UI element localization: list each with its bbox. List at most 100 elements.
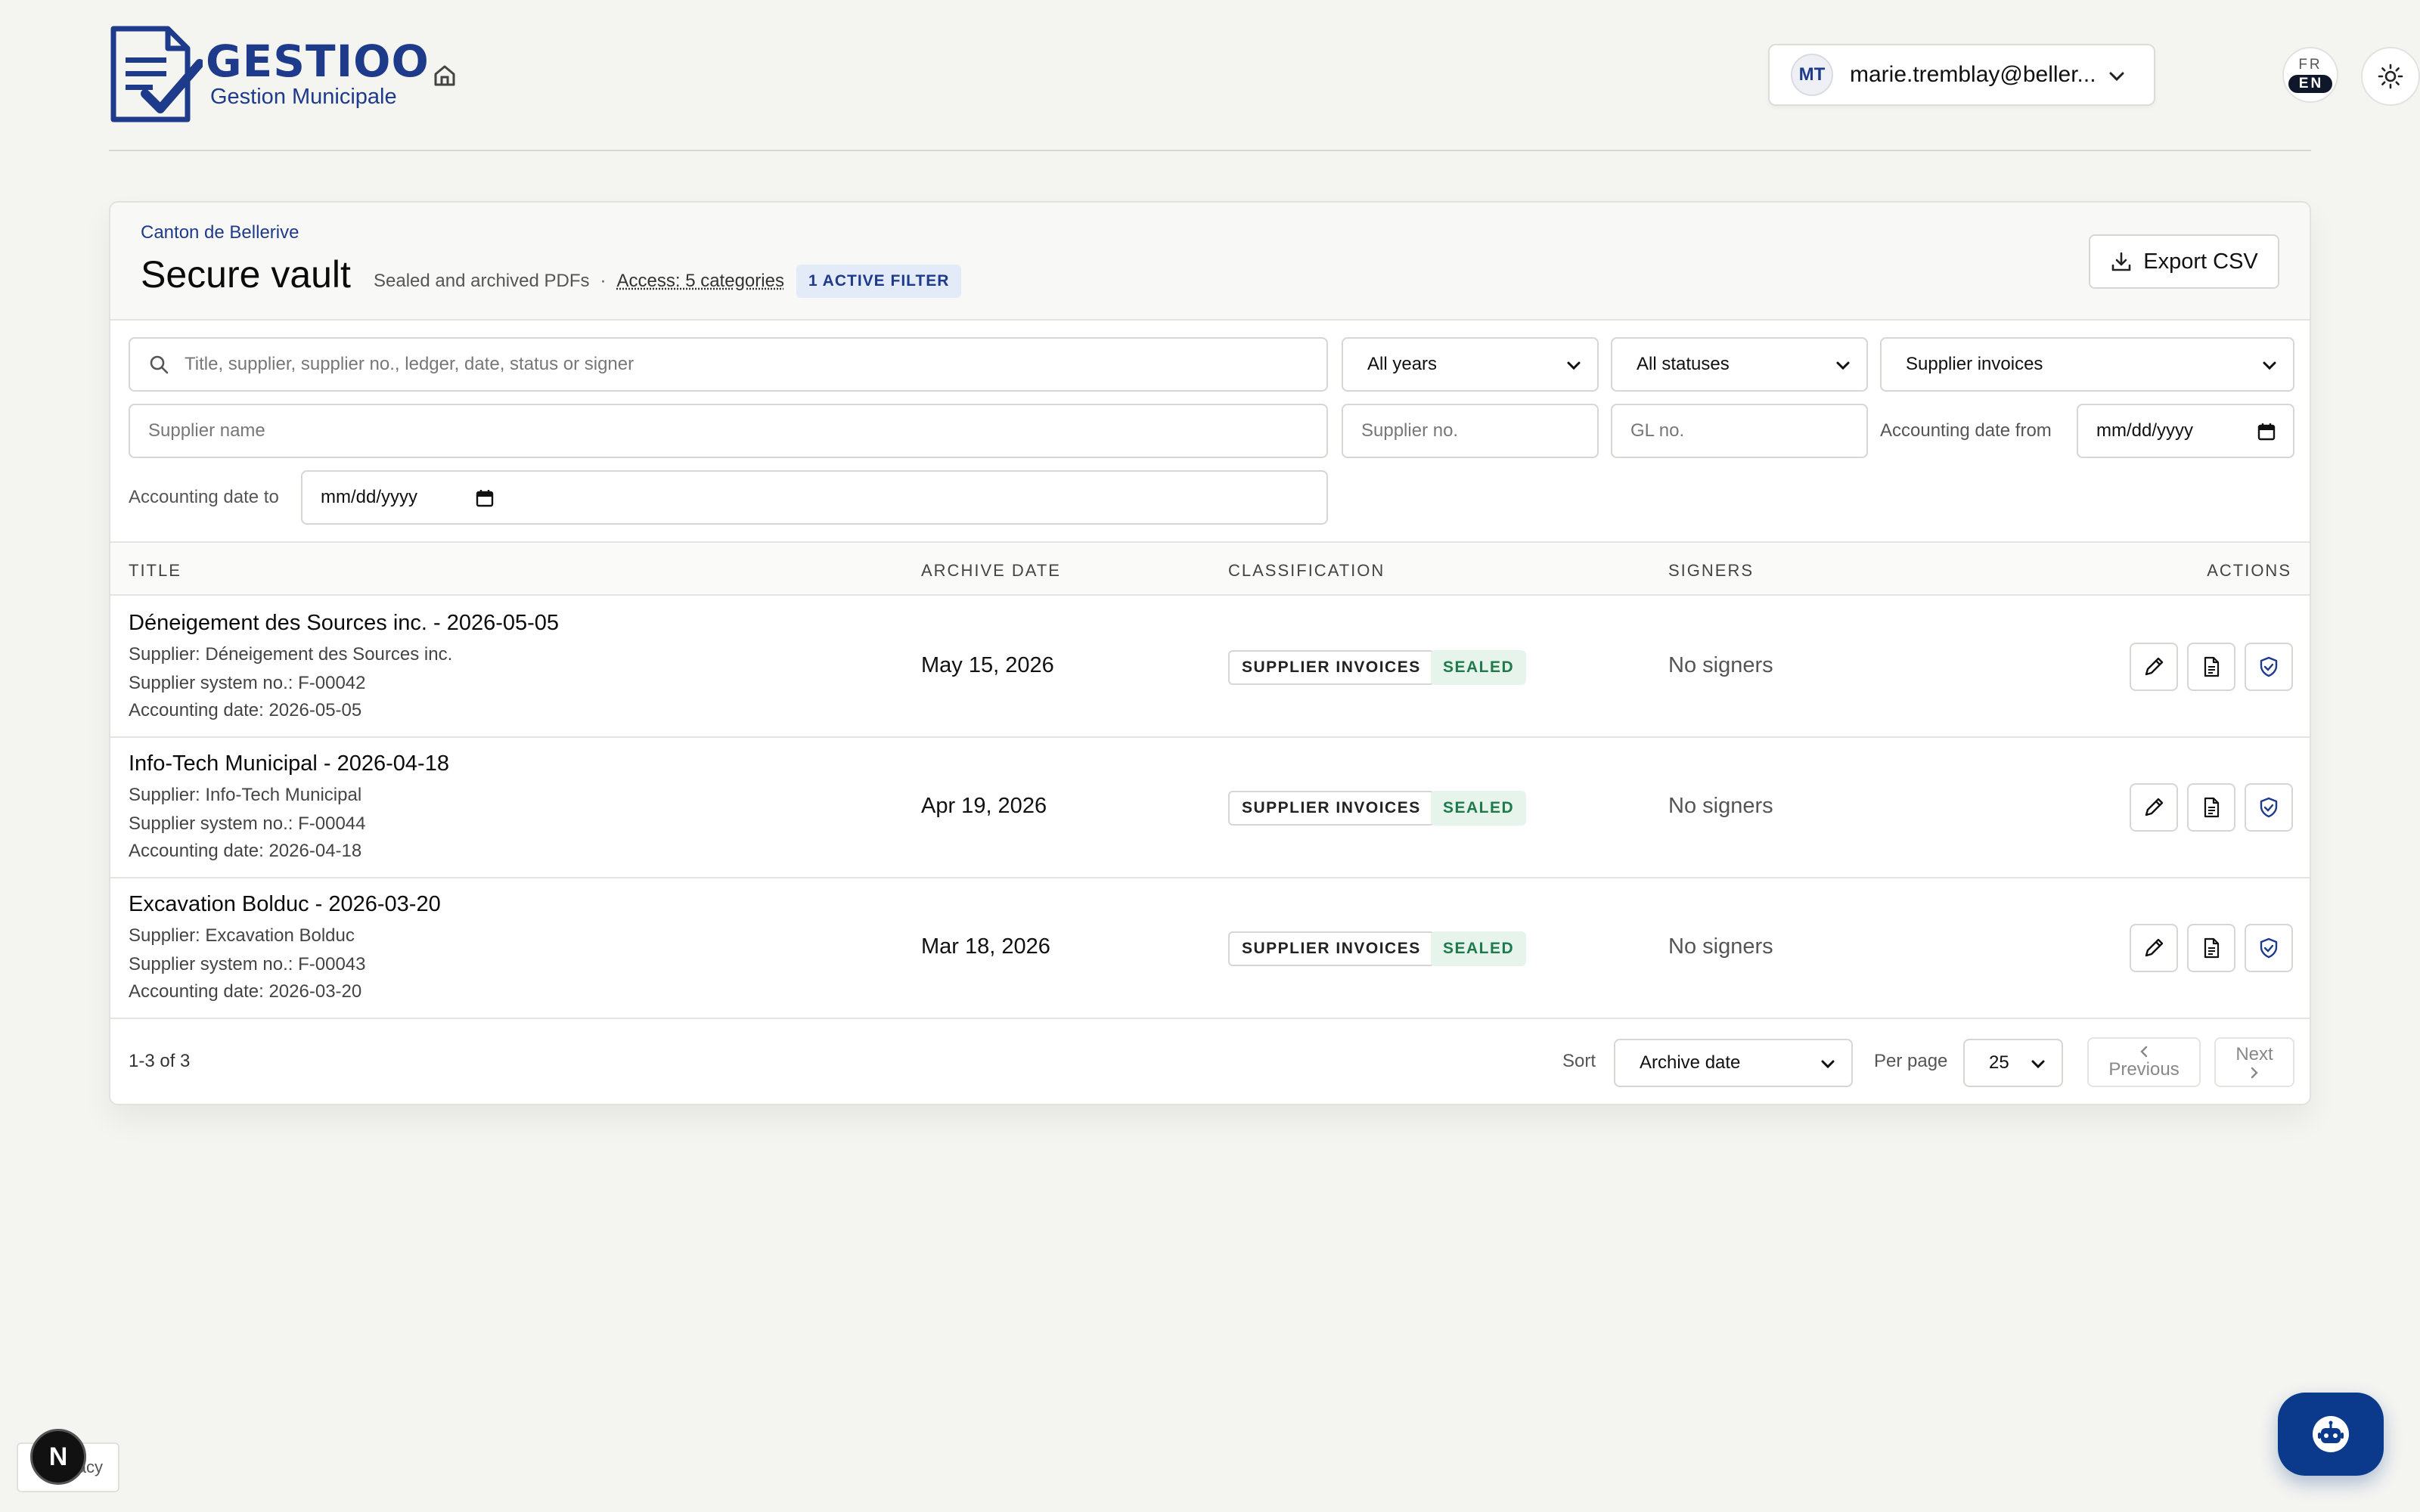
chevron-down-icon (1836, 361, 1850, 370)
view-pdf-button[interactable] (2187, 924, 2235, 972)
supplier-no-input[interactable]: Supplier no. (1342, 404, 1599, 458)
lang-fr[interactable]: FR (2298, 57, 2322, 73)
category-select-value: Supplier invoices (1906, 354, 2043, 374)
column-archive-date[interactable]: ARCHIVE DATE (921, 561, 1061, 581)
category-select[interactable]: Supplier invoices (1880, 337, 2294, 392)
edit-button[interactable] (2130, 924, 2178, 972)
sort-label: Sort (1562, 1051, 1596, 1071)
column-title: TITLE (129, 561, 182, 580)
pencil-icon (2145, 798, 2164, 816)
calendar-icon[interactable] (2257, 422, 2276, 442)
lang-en[interactable]: EN (2288, 75, 2333, 93)
row-title[interactable]: Excavation Bolduc - 2026-03-20 (129, 892, 441, 917)
home-icon[interactable] (430, 60, 460, 91)
table-footer: 1-3 of 3 Sort Archive date Per page 25 P… (110, 1021, 2310, 1104)
access-categories[interactable]: Access: 5 categories (617, 271, 784, 292)
breadcrumb[interactable]: Canton de Bellerive (141, 222, 299, 243)
year-select[interactable]: All years (1342, 337, 1599, 392)
assistant-chat-button[interactable] (2278, 1393, 2384, 1476)
search-icon (150, 355, 169, 374)
status-select-value: All statuses (1637, 354, 1730, 374)
supplier-name-input[interactable]: Supplier name (129, 404, 1328, 458)
next-page-button[interactable]: Next (2214, 1037, 2294, 1087)
table-row[interactable]: Info-Tech Municipal - 2026-04-18 Supplie… (110, 738, 2310, 878)
row-title[interactable]: Déneigement des Sources inc. - 2026-05-0… (129, 611, 559, 636)
sort-select[interactable]: Archive date (1614, 1039, 1853, 1087)
row-accounting-date: Accounting date: 2026-03-20 (129, 981, 362, 1002)
export-csv-label: Export CSV (2143, 249, 2258, 274)
date-from-label: Accounting date from (1880, 420, 2052, 441)
theme-toggle-button[interactable] (2361, 47, 2420, 106)
row-signers: No signers (1668, 794, 1773, 818)
vault-card: Canton de Bellerive Secure vault Sealed … (109, 201, 2311, 1105)
row-accounting-date: Accounting date: 2026-04-18 (129, 841, 362, 861)
date-from-input[interactable]: mm/dd/yyyy (2077, 404, 2294, 458)
chevron-left-icon (2140, 1046, 2148, 1058)
classification-badge: SUPPLIER INVOICES (1228, 931, 1435, 966)
status-select[interactable]: All statuses (1611, 337, 1868, 392)
pencil-icon (2145, 938, 2164, 957)
vault-subtitle: Sealed and archived PDFs (374, 271, 590, 291)
row-system-no: Supplier system no.: F-00043 (129, 954, 366, 974)
sun-icon (2378, 64, 2403, 89)
export-csv-button[interactable]: Export CSV (2089, 234, 2279, 289)
column-actions: ACTIONS (2207, 561, 2291, 580)
verify-seal-button[interactable] (2245, 643, 2293, 691)
year-select-value: All years (1367, 354, 1438, 374)
chevron-down-icon (1567, 361, 1581, 370)
supplier-no-placeholder: Supplier no. (1361, 420, 1459, 441)
view-pdf-button[interactable] (2187, 643, 2235, 691)
view-pdf-button[interactable] (2187, 783, 2235, 832)
table-row[interactable]: Déneigement des Sources inc. - 2026-05-0… (110, 597, 2310, 738)
verify-seal-button[interactable] (2245, 783, 2293, 832)
row-supplier: Supplier: Info-Tech Municipal (129, 785, 362, 805)
table-row[interactable]: Excavation Bolduc - 2026-03-20 Supplier:… (110, 878, 2310, 1019)
shield-check-icon (2260, 937, 2278, 959)
column-classification: CLASSIFICATION (1228, 561, 1385, 580)
date-to-input[interactable]: mm/dd/yyyy (301, 470, 1328, 525)
user-menu-button[interactable]: MT marie.tremblay@beller... (1768, 44, 2155, 106)
brand-logo[interactable]: GESTIOO Gestion Municipale (109, 26, 430, 122)
row-supplier: Supplier: Excavation Bolduc (129, 925, 355, 946)
next-label: Next (2235, 1044, 2273, 1064)
row-archive-date: May 15, 2026 (921, 653, 1054, 677)
document-check-icon (110, 26, 203, 122)
previous-page-button[interactable]: Previous (2087, 1037, 2201, 1087)
document-icon (2204, 656, 2220, 677)
page-title: Secure vault (141, 253, 351, 296)
edit-button[interactable] (2130, 643, 2178, 691)
date-from-value: mm/dd/yyyy (2096, 420, 2194, 441)
row-archive-date: Apr 19, 2026 (921, 794, 1047, 818)
calendar-icon[interactable] (475, 488, 495, 508)
status-badge: SEALED (1431, 791, 1527, 826)
status-badge: SEALED (1431, 650, 1527, 685)
row-title[interactable]: Info-Tech Municipal - 2026-04-18 (129, 751, 449, 776)
search-input[interactable]: Title, supplier, supplier no., ledger, d… (129, 337, 1328, 392)
download-icon (2111, 252, 2131, 271)
meta-separator: · (600, 271, 607, 291)
dev-tools-badge[interactable]: N (30, 1429, 86, 1485)
chevron-down-icon (2263, 361, 2276, 370)
shield-check-icon (2260, 797, 2278, 818)
chevron-right-icon (2251, 1067, 2258, 1079)
verify-seal-button[interactable] (2245, 924, 2293, 972)
chevron-down-icon (1821, 1060, 1835, 1069)
language-toggle[interactable]: FR EN (2282, 47, 2338, 103)
chevron-down-icon (2031, 1060, 2045, 1069)
edit-button[interactable] (2130, 783, 2178, 832)
gl-no-input[interactable]: GL no. (1611, 404, 1868, 458)
shield-check-icon (2260, 656, 2278, 677)
date-to-value: mm/dd/yyyy (321, 487, 418, 507)
classification-badge: SUPPLIER INVOICES (1228, 791, 1435, 826)
row-accounting-date: Accounting date: 2026-05-05 (129, 700, 362, 720)
per-page-select[interactable]: 25 (1963, 1039, 2063, 1087)
previous-label: Previous (2108, 1059, 2180, 1080)
avatar: MT (1791, 54, 1833, 96)
supplier-name-placeholder: Supplier name (148, 420, 265, 441)
row-signers: No signers (1668, 934, 1773, 959)
per-page-label: Per page (1874, 1051, 1948, 1071)
row-signers: No signers (1668, 653, 1773, 677)
classification-badge: SUPPLIER INVOICES (1228, 650, 1435, 685)
robot-icon (2313, 1416, 2349, 1452)
user-email: marie.tremblay@beller... (1850, 62, 2096, 87)
